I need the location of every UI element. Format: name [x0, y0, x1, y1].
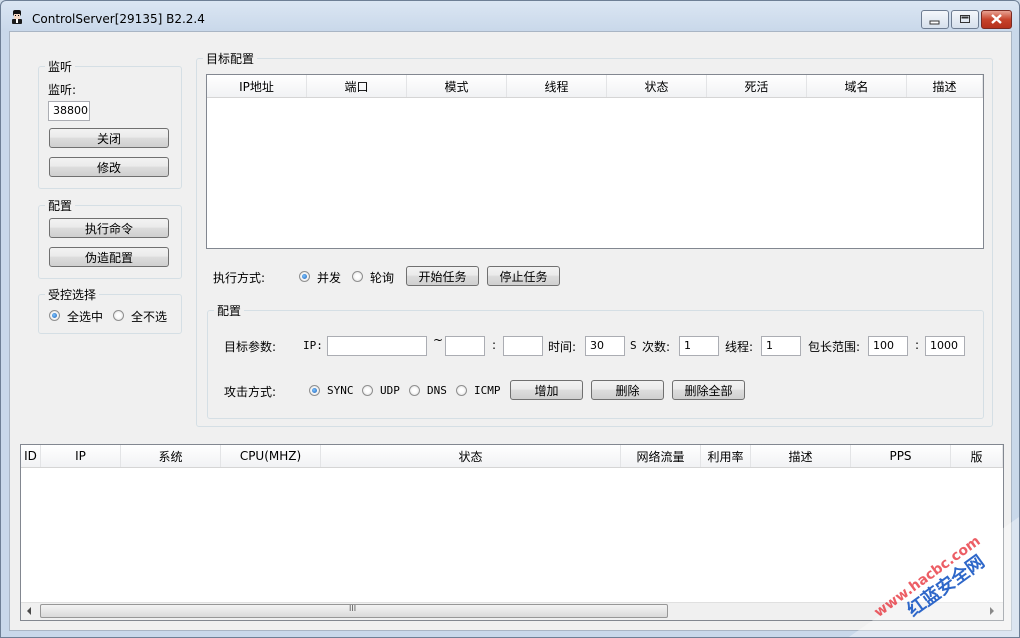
- selection-group-title: 受控选择: [45, 286, 100, 303]
- fake-config-button[interactable]: 伪造配置: [49, 247, 169, 267]
- params-group-title: 配置: [214, 302, 245, 319]
- client-header-col-8[interactable]: PPS: [851, 445, 951, 467]
- client-header-col-0[interactable]: ID: [21, 445, 41, 467]
- select-none-label[interactable]: 全不选: [131, 308, 167, 325]
- target-header-col-2[interactable]: 模式: [407, 75, 507, 97]
- client-header-col-5[interactable]: 网络流量: [621, 445, 701, 467]
- start-task-button[interactable]: 开始任务: [406, 266, 479, 286]
- ip-start-input[interactable]: [327, 336, 427, 356]
- params-group: 配置 目标参数: IP: ~ : 时间: 30 S 次数: 1 线程: 1 包长…: [207, 302, 984, 419]
- horizontal-scrollbar[interactable]: III: [21, 602, 1003, 620]
- ip-end-input[interactable]: [445, 336, 485, 356]
- client-list[interactable]: ID IP 系统 CPU(MHZ) 状态 网络流量 利用率 描述 PPS 版 III: [20, 444, 1004, 621]
- minimize-icon: [929, 20, 940, 25]
- app-window: ControlServer[29135] B2.2.4 监听 监听: 38800…: [0, 0, 1020, 638]
- title-bar[interactable]: ControlServer[29135] B2.2.4: [1, 1, 1019, 31]
- ip-range-separator: ~: [433, 333, 444, 347]
- packet-range-separator: :: [915, 338, 920, 352]
- add-button[interactable]: 增加: [510, 380, 583, 400]
- poll-radio[interactable]: [352, 271, 363, 282]
- stop-task-button[interactable]: 停止任务: [487, 266, 560, 286]
- count-label: 次数:: [642, 340, 671, 354]
- time-label: 时间:: [548, 340, 577, 354]
- thread-input[interactable]: 1: [761, 336, 801, 356]
- method-udp-radio[interactable]: [362, 385, 373, 396]
- close-listen-button[interactable]: 关闭: [49, 128, 169, 148]
- target-header-col-5[interactable]: 死活: [707, 75, 807, 97]
- packet-max-input[interactable]: 1000: [925, 336, 965, 356]
- selection-group: 受控选择 全选中 全不选: [38, 286, 182, 334]
- target-list-header: IP地址 端口 模式 线程 状态 死活 域名 描述: [207, 75, 983, 98]
- method-udp-label[interactable]: UDP: [380, 384, 400, 397]
- method-icmp-label[interactable]: ICMP: [474, 384, 501, 397]
- target-header-col-0[interactable]: IP地址: [207, 75, 307, 97]
- thread-label: 线程:: [725, 340, 754, 354]
- listen-group: 监听 监听: 38800 关闭 修改: [38, 58, 182, 189]
- client-header-col-9[interactable]: 版: [951, 445, 1003, 467]
- client-header-col-7[interactable]: 描述: [751, 445, 851, 467]
- config-group-title: 配置: [45, 197, 76, 214]
- time-unit-label: S: [630, 339, 637, 352]
- method-sync-label[interactable]: SYNC: [327, 384, 354, 397]
- select-none-radio[interactable]: [113, 310, 124, 321]
- parallel-radio[interactable]: [299, 271, 310, 282]
- maximize-button[interactable]: [951, 10, 979, 29]
- target-header-col-4[interactable]: 状态: [607, 75, 707, 97]
- select-all-radio[interactable]: [49, 310, 60, 321]
- client-list-header: ID IP 系统 CPU(MHZ) 状态 网络流量 利用率 描述 PPS 版: [21, 445, 1003, 468]
- close-icon: [991, 14, 1002, 24]
- target-header-col-1[interactable]: 端口: [307, 75, 407, 97]
- client-header-col-3[interactable]: CPU(MHZ): [221, 445, 321, 467]
- target-header-col-3[interactable]: 线程: [507, 75, 607, 97]
- execution-mode-label: 执行方式:: [213, 271, 266, 285]
- target-params-label: 目标参数:: [224, 340, 277, 354]
- delete-all-button[interactable]: 删除全部: [672, 380, 745, 400]
- scroll-right-arrow-icon[interactable]: [990, 607, 994, 615]
- ip-label: IP:: [303, 339, 323, 352]
- target-header-col-6[interactable]: 域名: [807, 75, 907, 97]
- attack-method-label: 攻击方式:: [224, 385, 277, 399]
- scroll-thumb[interactable]: III: [40, 604, 668, 618]
- close-window-button[interactable]: [981, 10, 1012, 29]
- packet-min-input[interactable]: 100: [868, 336, 908, 356]
- minimize-button[interactable]: [921, 10, 949, 29]
- delete-button[interactable]: 删除: [591, 380, 664, 400]
- target-config-group: 目标配置 IP地址 端口 模式 线程 状态 死活 域名 描述 执行方式: 并发 轮询 开始任务…: [196, 50, 993, 427]
- target-config-title: 目标配置: [203, 50, 258, 67]
- client-header-col-6[interactable]: 利用率: [701, 445, 751, 467]
- port-separator: :: [492, 338, 497, 352]
- modify-button[interactable]: 修改: [49, 157, 169, 177]
- parallel-label[interactable]: 并发: [317, 269, 341, 286]
- window-controls: [919, 10, 1012, 29]
- execute-command-button[interactable]: 执行命令: [49, 218, 169, 238]
- method-dns-label[interactable]: DNS: [427, 384, 447, 397]
- listen-group-title: 监听: [45, 58, 76, 75]
- client-header-col-1[interactable]: IP: [41, 445, 121, 467]
- app-icon: [12, 10, 22, 24]
- main-panel: 监听 监听: 38800 关闭 修改 配置 执行命令 伪造配置 受控选择 全选中…: [9, 31, 1012, 631]
- listen-label: 监听:: [48, 83, 77, 97]
- count-input[interactable]: 1: [679, 336, 719, 356]
- method-sync-radio[interactable]: [309, 385, 320, 396]
- window-title: ControlServer[29135] B2.2.4: [32, 12, 205, 26]
- scroll-grip: III: [349, 604, 357, 613]
- listen-port-input[interactable]: 38800: [48, 101, 90, 121]
- method-dns-radio[interactable]: [409, 385, 420, 396]
- packet-range-label: 包长范围:: [808, 340, 861, 354]
- target-header-col-7[interactable]: 描述: [907, 75, 983, 97]
- scroll-left-arrow-icon[interactable]: [27, 607, 31, 615]
- client-header-col-2[interactable]: 系统: [121, 445, 221, 467]
- time-input[interactable]: 30: [585, 336, 625, 356]
- client-header-col-4[interactable]: 状态: [321, 445, 621, 467]
- target-list[interactable]: IP地址 端口 模式 线程 状态 死活 域名 描述: [206, 74, 984, 249]
- poll-label[interactable]: 轮询: [370, 269, 394, 286]
- maximize-icon: [960, 15, 970, 23]
- select-all-label[interactable]: 全选中: [67, 308, 103, 325]
- port-input[interactable]: [503, 336, 543, 356]
- method-icmp-radio[interactable]: [456, 385, 467, 396]
- config-group: 配置 执行命令 伪造配置: [38, 197, 182, 279]
